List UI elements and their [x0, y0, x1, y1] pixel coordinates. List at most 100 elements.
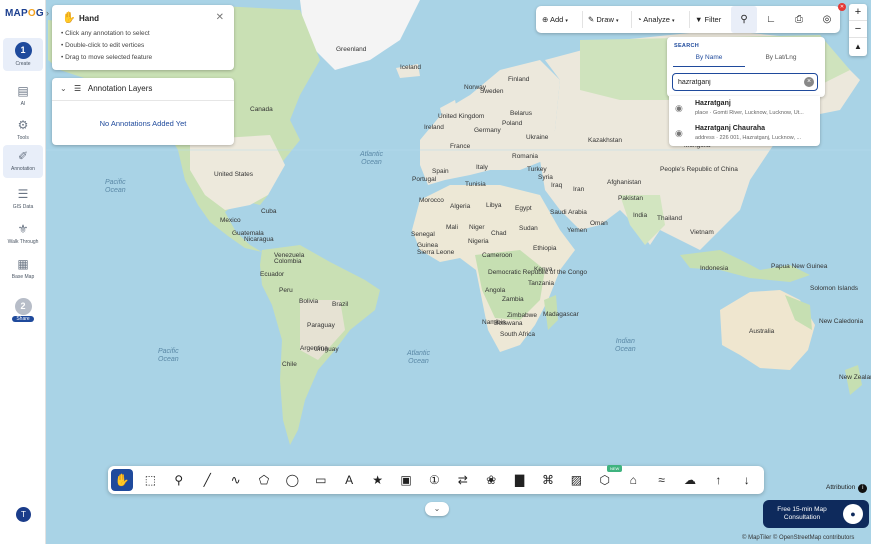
text-icon[interactable]: A	[338, 469, 360, 491]
country-label: People's Republic of China	[660, 166, 738, 173]
sidebar-item-gis-data[interactable]: ☰ GIS Data	[3, 183, 43, 216]
country-label: Mali	[446, 224, 458, 231]
search-input[interactable]	[678, 76, 798, 88]
upload-icon[interactable]: ↑	[707, 469, 729, 491]
compass-reset-button[interactable]: ▲	[849, 38, 867, 55]
sidebar-item-walk-through[interactable]: ⚜ Walk Through	[3, 218, 43, 251]
download-icon[interactable]: ↓	[736, 469, 758, 491]
sidebar-item-label: AI	[20, 101, 26, 107]
country-label: Libya	[486, 202, 502, 209]
sidebar-item-base-map[interactable]: ▦ Base Map	[3, 253, 43, 286]
zoom-in-button[interactable]: +	[849, 4, 867, 21]
country-label: Paraguay	[307, 322, 335, 329]
search-result-item[interactable]: ◉ Hazratganj place · Gomti River, Luckno…	[669, 96, 820, 121]
attribution-toggle[interactable]: Attribution i	[826, 484, 868, 493]
consultation-button[interactable]: Free 15-min Map Consultation ●	[763, 500, 869, 528]
country-label: Iran	[573, 186, 585, 193]
ocean-label: Atlantic Ocean	[360, 151, 383, 166]
country-label: Nicaragua	[244, 236, 274, 243]
divider	[52, 100, 234, 101]
country-label: Italy	[476, 164, 488, 171]
country-label: Senegal	[411, 231, 435, 238]
expand-chevron-icon[interactable]: ⌄	[425, 502, 449, 516]
country-label: Oman	[590, 220, 608, 227]
sidebar-item-tools[interactable]: ⚙ Tools	[3, 114, 43, 147]
mapog-logo[interactable]: MAPOG	[5, 8, 44, 19]
search-button[interactable]: ⚲	[731, 6, 757, 33]
3d-box-icon[interactable]: ⬡	[594, 469, 616, 491]
country-label: Australia	[749, 328, 775, 335]
left-sidebar: MAPOG 1 Create ▤ AI ⚙ Tools ✐ Annotation…	[0, 0, 46, 544]
line-icon[interactable]: ╱	[196, 469, 218, 491]
sidebar-item-share[interactable]: 2 Share	[3, 294, 43, 327]
polygon-icon[interactable]: ⬠	[253, 469, 275, 491]
weather-icon[interactable]: ☁	[679, 469, 701, 491]
sidebar-item-ai[interactable]: ▤ AI	[3, 80, 43, 113]
caret-down-icon: ▾	[565, 18, 568, 24]
gis-data-icon: ☰	[17, 187, 29, 201]
layers-header[interactable]: ⌄ ☰ Annotation Layers	[60, 84, 152, 93]
chat-icon[interactable]: ●	[843, 504, 863, 524]
country-label: Kazakhstan	[588, 137, 622, 144]
add-circle-icon: ⊕	[542, 15, 549, 24]
photo-icon[interactable]: ▨	[565, 469, 587, 491]
country-label: Turkey	[527, 166, 547, 173]
measure-icon: ∟	[766, 14, 776, 25]
number-icon[interactable]: ①	[423, 469, 445, 491]
filter-button[interactable]: ▼ Filter	[695, 6, 721, 33]
camera-icon[interactable]: ⌘	[537, 469, 559, 491]
chevron-down-icon: ⌄	[60, 84, 67, 93]
building-icon[interactable]: ▇	[509, 469, 531, 491]
country-label: Thailand	[657, 215, 682, 222]
new-badge: NEW	[607, 465, 623, 472]
print-button[interactable]: ⎙	[786, 6, 812, 33]
marker-icon[interactable]: ⚲	[168, 469, 190, 491]
annotation-toolbar: ✋ ⬚ ⚲ ╱ ∿ ⬠ ◯ ▭ A ★ ▣ ① ⇄ ❀ ▇ ⌘ ▨ ⬡ ⌂ ≈ ☁ ↑ ↓	[108, 466, 764, 494]
rectangle-icon[interactable]: ▭	[310, 469, 332, 491]
notification-badge-icon[interactable]: ✕	[838, 3, 846, 11]
result-detail: place · Gomti River, Lucknow, Lucknow, U…	[695, 110, 804, 116]
country-label: Afghanistan	[607, 179, 642, 186]
hand-icon[interactable]: ✋	[111, 469, 133, 491]
lasso-icon[interactable]: ❀	[480, 469, 502, 491]
country-label: New Zealand	[839, 374, 871, 381]
tab-by-name[interactable]: By Name	[673, 54, 745, 67]
star-icon[interactable]: ★	[367, 469, 389, 491]
country-label: Madagascar	[543, 311, 579, 318]
tab-by-lat-lng[interactable]: By Lat/Lng	[745, 54, 817, 66]
divider	[689, 11, 690, 28]
search-result-item[interactable]: ◉ Hazratganj Chauraha address · 226 001,…	[669, 121, 820, 146]
wind-icon[interactable]: ≈	[651, 469, 673, 491]
country-label: Papua New Guinea	[771, 263, 828, 270]
country-label: South Africa	[500, 331, 536, 338]
draw-button[interactable]: ✎ Draw ▾	[588, 6, 619, 33]
select-icon[interactable]: ⬚	[139, 469, 161, 491]
add-label: Add	[549, 15, 564, 24]
country-label: New Caledonia	[819, 318, 864, 325]
measure-button[interactable]: ∟	[758, 6, 784, 33]
sidebar-item-annotation[interactable]: ✐ Annotation	[3, 145, 43, 178]
user-avatar[interactable]: T	[16, 507, 31, 522]
clear-search-icon[interactable]: ×	[804, 77, 814, 87]
country-label: Iceland	[400, 64, 421, 71]
analyze-button[interactable]: ◔ Analyze ▾	[637, 6, 675, 33]
country-label: Canada	[250, 106, 273, 113]
country-label: Poland	[502, 120, 523, 127]
add-button[interactable]: ⊕ Add ▾	[542, 6, 568, 33]
agi-icon[interactable]: ⌂	[622, 469, 644, 491]
ocean-label: Pacific Ocean	[158, 348, 179, 363]
circle-icon[interactable]: ◯	[281, 469, 303, 491]
search-field: ×	[672, 73, 818, 91]
info-icon: i	[858, 484, 868, 493]
close-icon[interactable]: ✕	[216, 12, 224, 23]
sidebar-item-label: Base Map	[11, 274, 35, 280]
route-icon[interactable]: ⇄	[452, 469, 474, 491]
tip-item: • Double-click to edit vertices	[61, 42, 145, 49]
image-icon[interactable]: ▣	[395, 469, 417, 491]
freehand-icon[interactable]: ∿	[225, 469, 247, 491]
result-detail: address · 226 001, Hazratganj, Lucknow, …	[695, 135, 802, 141]
sidebar-item-create[interactable]: 1 Create	[3, 38, 43, 71]
annotation-layers-panel: ⌄ ☰ Annotation Layers No Annotations Add…	[52, 78, 234, 145]
locate-button[interactable]: ◎	[814, 6, 840, 33]
zoom-out-button[interactable]: −	[849, 21, 867, 38]
